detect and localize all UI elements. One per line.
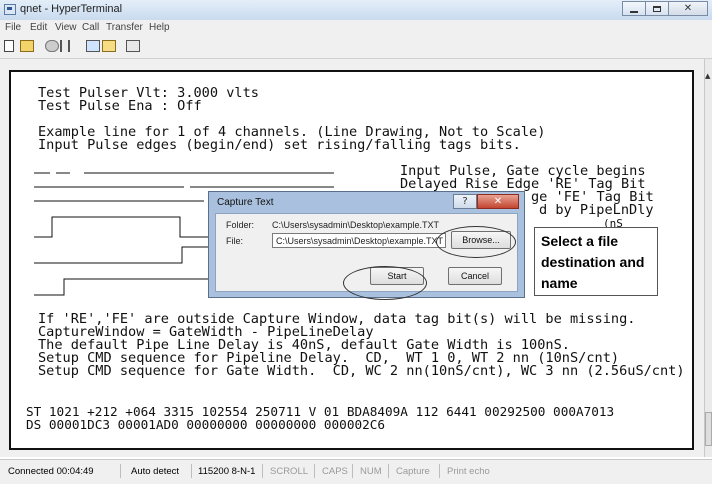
connection-status: Connected 00:04:49	[8, 466, 94, 477]
hangup-icon[interactable]	[60, 40, 70, 52]
properties-icon[interactable]	[126, 40, 140, 52]
help-icon: ?	[462, 196, 468, 207]
file-label: File:	[226, 236, 244, 246]
status-divider	[314, 464, 315, 478]
print-echo-indicator: Print echo	[447, 466, 490, 477]
close-icon: ✕	[683, 3, 693, 14]
menu-edit[interactable]: Edit	[30, 22, 47, 33]
minimize-button[interactable]	[622, 1, 646, 16]
capture-indicator: Capture	[396, 466, 430, 477]
callout-line: destination and	[541, 254, 645, 270]
disconnect-icon[interactable]	[45, 40, 59, 52]
window-title: qnet - HyperTerminal	[20, 3, 123, 15]
send-file-icon[interactable]	[86, 40, 100, 52]
file-path-value: C:\Users\sysadmin\Desktop\example.TXT	[276, 236, 444, 246]
status-divider	[352, 464, 353, 478]
browse-highlight-ellipse	[436, 226, 516, 258]
menu-file[interactable]: File	[5, 22, 21, 33]
close-icon: ✕	[493, 196, 503, 207]
file-path-input[interactable]: C:\Users\sysadmin\Desktop\example.TXT	[272, 233, 446, 248]
cancel-button[interactable]: Cancel	[448, 267, 502, 285]
menu-bar: File Edit View Call Transfer Help	[0, 20, 712, 36]
callout-line: Select a file	[541, 233, 619, 249]
menu-call[interactable]: Call	[82, 22, 99, 33]
maximize-button[interactable]	[645, 1, 669, 16]
menu-help[interactable]: Help	[149, 22, 170, 33]
caption-buttons: ✕	[622, 1, 708, 17]
title-bar[interactable]: qnet - HyperTerminal ✕	[0, 0, 712, 21]
status-divider	[191, 464, 192, 478]
terminal-data-line: DS 00001DC3 00001AD0 00000000 00000000 0…	[26, 417, 386, 432]
close-button[interactable]: ✕	[668, 1, 708, 16]
menu-view[interactable]: View	[55, 22, 77, 33]
receive-file-icon[interactable]	[102, 40, 116, 52]
folder-path: C:\Users\sysadmin\Desktop\example.TXT	[272, 220, 440, 230]
diagram-label: d by PipeLnDly	[539, 202, 654, 218]
folder-label: Folder:	[226, 220, 255, 230]
start-highlight-ellipse	[343, 266, 427, 300]
dialog-title: Capture Text	[217, 197, 274, 208]
vertical-scrollbar[interactable]	[704, 59, 712, 457]
status-divider	[120, 464, 121, 478]
status-divider	[439, 464, 440, 478]
toolbar	[0, 36, 712, 59]
scrollbar-thumb[interactable]	[705, 412, 712, 446]
terminal-line: Setup CMD sequence for Gate Width. CD, W…	[38, 363, 685, 379]
status-divider	[262, 464, 263, 478]
maximize-icon	[653, 5, 661, 12]
cancel-label: Cancel	[460, 271, 489, 281]
terminal-line: Test Pulse Ena : Off	[38, 98, 202, 114]
terminal-line: Input Pulse edges (begin/end) set rising…	[38, 137, 521, 153]
open-folder-icon[interactable]	[20, 40, 34, 52]
port-params: 115200 8-N-1	[198, 466, 256, 477]
caps-indicator: CAPS	[322, 466, 348, 477]
help-button[interactable]: ?	[453, 194, 477, 209]
scroll-indicator: SCROLL	[270, 466, 309, 477]
minimize-icon	[630, 10, 638, 13]
scroll-up-arrow-icon[interactable]: ▲	[705, 72, 710, 80]
dialog-close-button[interactable]: ✕	[477, 194, 519, 209]
menu-transfer[interactable]: Transfer	[106, 22, 143, 33]
detect-status: Auto detect	[131, 466, 180, 477]
new-document-icon[interactable]	[4, 40, 14, 52]
status-bar: Connected 00:04:49 Auto detect 115200 8-…	[0, 459, 712, 484]
instruction-callout: Select a file destination and name	[534, 227, 658, 296]
callout-line: name	[541, 275, 578, 291]
num-indicator: NUM	[360, 466, 382, 477]
status-divider	[388, 464, 389, 478]
hyperterminal-app-icon[interactable]	[4, 4, 16, 15]
